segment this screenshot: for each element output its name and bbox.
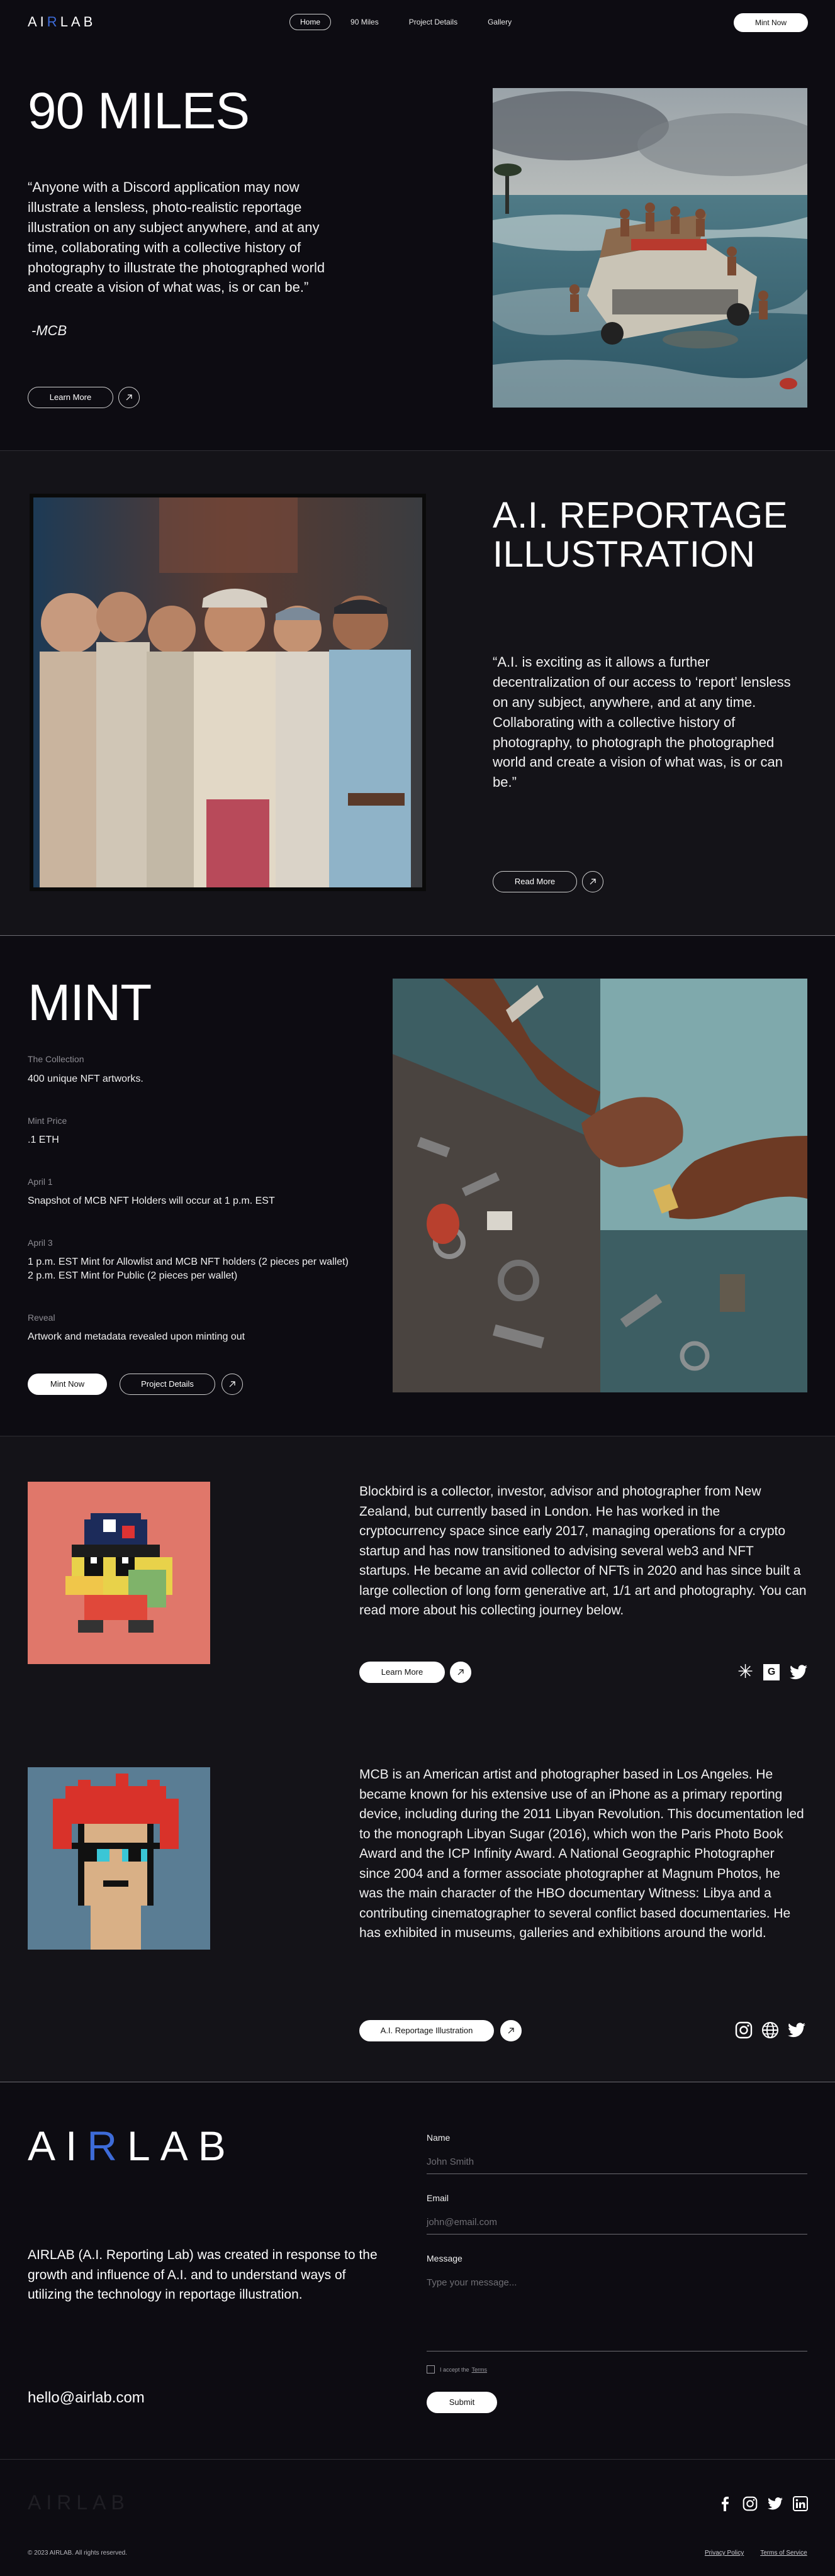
- footer: AIRLAB © 2023 AIRLAB. All rights reserve…: [0, 2460, 835, 2576]
- contact-description: AIRLAB (A.I. Reporting Lab) was created …: [28, 2248, 378, 2302]
- reportage-title-line-2: ILLUSTRATION: [493, 534, 756, 575]
- read-more-button[interactable]: Read More: [493, 871, 577, 892]
- arrow-up-right-icon: [126, 394, 132, 401]
- twitter-icon[interactable]: [768, 2497, 783, 2510]
- mint-label-reveal: Reveal: [28, 1313, 55, 1323]
- reportage-photo: [30, 494, 426, 891]
- instagram-icon[interactable]: [735, 2021, 753, 2039]
- hero-author: -MCB: [31, 323, 67, 338]
- mint-section: MINT The Collection 400 unique NFT artwo…: [0, 936, 835, 1436]
- mcb-bio: MCB is an American artist and photograph…: [359, 1767, 804, 1940]
- terms-text: I accept the: [440, 2366, 469, 2373]
- asterisk-icon[interactable]: ✳: [737, 1663, 753, 1682]
- mcb-arrow-button[interactable]: [500, 2020, 522, 2041]
- airlab-large-logo: AIRLAB: [28, 2125, 236, 2167]
- hero-photo: [493, 88, 807, 408]
- submit-button[interactable]: Submit: [427, 2392, 497, 2413]
- mint-value-april-3: 1 p.m. EST Mint for Allowlist and MCB NF…: [28, 1257, 349, 1282]
- mint-label-price: Mint Price: [28, 1116, 67, 1126]
- reportage-quote: “A.I. is exciting as it allows a further…: [493, 654, 791, 791]
- email-input[interactable]: john@email.com: [427, 2217, 807, 2235]
- nav-link-home[interactable]: Home: [289, 14, 332, 30]
- name-input[interactable]: John Smith: [427, 2157, 807, 2174]
- arrow-up-right-icon: [229, 1381, 235, 1387]
- blockbird-socials: ✳ G: [737, 1663, 808, 1682]
- mcb-socials: [735, 2021, 805, 2039]
- mint-value-collection: 400 unique NFT artworks.: [28, 1074, 143, 1084]
- copyright-text: © 2023 AIRLAB. All rights reserved.: [28, 2550, 128, 2557]
- logo-text-1: AI: [28, 2123, 87, 2169]
- nav-mint-now-button[interactable]: Mint Now: [734, 13, 808, 32]
- reportage-title: A.I. REPORTAGE ILLUSTRATION: [493, 496, 788, 574]
- hero-title: 90 MILES: [28, 82, 250, 140]
- nav-link-project-details[interactable]: Project Details: [398, 14, 468, 30]
- email-label: Email: [427, 2193, 449, 2203]
- logo-text-3: LAB: [127, 2123, 236, 2169]
- reportage-section: A.I. REPORTAGE ILLUSTRATION “A.I. is exc…: [0, 451, 835, 935]
- mint-value-reveal: Artwork and metadata revealed upon minti…: [28, 1331, 245, 1342]
- footer-links: Privacy Policy Terms of Service: [705, 2550, 807, 2557]
- contact-email-link[interactable]: hello@airlab.com: [28, 2389, 145, 2407]
- mint-now-button[interactable]: Mint Now: [28, 1374, 107, 1395]
- blockbird-avatar: [28, 1482, 210, 1664]
- team-section: Blockbird is a collector, investor, advi…: [0, 1436, 835, 2082]
- mint-arrow-button[interactable]: [221, 1374, 243, 1395]
- contact-section: AIRLAB AIRLAB (A.I. Reporting Lab) was c…: [0, 2082, 835, 2460]
- arrow-up-right-icon: [508, 2028, 514, 2034]
- reportage-arrow-button[interactable]: [582, 871, 603, 892]
- project-details-button[interactable]: Project Details: [120, 1374, 215, 1395]
- nav-link-90-miles[interactable]: 90 Miles: [340, 14, 389, 30]
- linkedin-icon[interactable]: [793, 2496, 808, 2511]
- terms-row: I accept the Terms: [427, 2365, 487, 2373]
- facebook-icon[interactable]: [717, 2496, 732, 2511]
- name-label: Name: [427, 2133, 451, 2143]
- logo-text-2: R: [87, 2123, 128, 2169]
- logo-text-2: R: [57, 2491, 77, 2514]
- mint-label-april-1: April 1: [28, 1177, 53, 1187]
- mint-value-april-1: Snapshot of MCB NFT Holders will occur a…: [28, 1196, 275, 1206]
- message-label: Message: [427, 2253, 462, 2263]
- globe-icon[interactable]: [761, 2021, 779, 2039]
- top-nav: AIRLAB Home 90 Miles Project Details Gal…: [0, 0, 835, 45]
- instagram-icon[interactable]: [743, 2496, 758, 2511]
- blockbird-arrow-button[interactable]: [450, 1662, 471, 1683]
- mcb-avatar: [28, 1767, 210, 1950]
- reportage-title-line-1: A.I. REPORTAGE: [493, 495, 788, 536]
- logo-text-3: LAB: [60, 14, 96, 30]
- arrow-up-right-icon: [457, 1669, 464, 1675]
- mint-title: MINT: [28, 974, 152, 1031]
- arrow-up-right-icon: [590, 879, 596, 885]
- privacy-policy-link[interactable]: Privacy Policy: [705, 2550, 744, 2557]
- footer-logo[interactable]: AIRLAB: [28, 2491, 130, 2514]
- logo-text-1: AI: [28, 14, 47, 30]
- nav-link-gallery[interactable]: Gallery: [477, 14, 522, 30]
- blockbird-learn-more-button[interactable]: Learn More: [359, 1662, 445, 1683]
- twitter-icon[interactable]: [790, 1665, 808, 1680]
- nav-links: Home 90 Miles Project Details Gallery: [289, 14, 522, 30]
- g-badge-icon[interactable]: G: [763, 1664, 780, 1680]
- terms-of-service-link[interactable]: Terms of Service: [760, 2550, 807, 2557]
- hero-learn-more-button[interactable]: Learn More: [28, 387, 113, 408]
- logo-text-2: R: [47, 14, 60, 30]
- airlab-logo[interactable]: AIRLAB: [28, 14, 96, 30]
- hero-section: 90 MILES “Anyone with a Discord applicat…: [0, 45, 835, 450]
- mint-label-april-3: April 3: [28, 1238, 53, 1248]
- message-textarea[interactable]: Type your message...: [427, 2277, 807, 2351]
- footer-socials: [717, 2496, 808, 2511]
- mint-value-price: .1 ETH: [28, 1135, 59, 1145]
- twitter-icon[interactable]: [788, 2023, 805, 2038]
- mint-label-collection: The Collection: [28, 1054, 84, 1064]
- terms-checkbox[interactable]: [427, 2365, 435, 2373]
- blockbird-bio: Blockbird is a collector, investor, advi…: [359, 1484, 807, 1618]
- hero-arrow-button[interactable]: [118, 387, 140, 408]
- mint-photo: [393, 979, 807, 1392]
- hero-quote: “Anyone with a Discord application may n…: [28, 179, 325, 296]
- logo-text-1: AI: [28, 2491, 57, 2514]
- reportage-illustration-button[interactable]: A.I. Reportage Illustration: [359, 2020, 494, 2041]
- logo-text-3: LAB: [76, 2491, 130, 2514]
- terms-link[interactable]: Terms: [472, 2367, 488, 2373]
